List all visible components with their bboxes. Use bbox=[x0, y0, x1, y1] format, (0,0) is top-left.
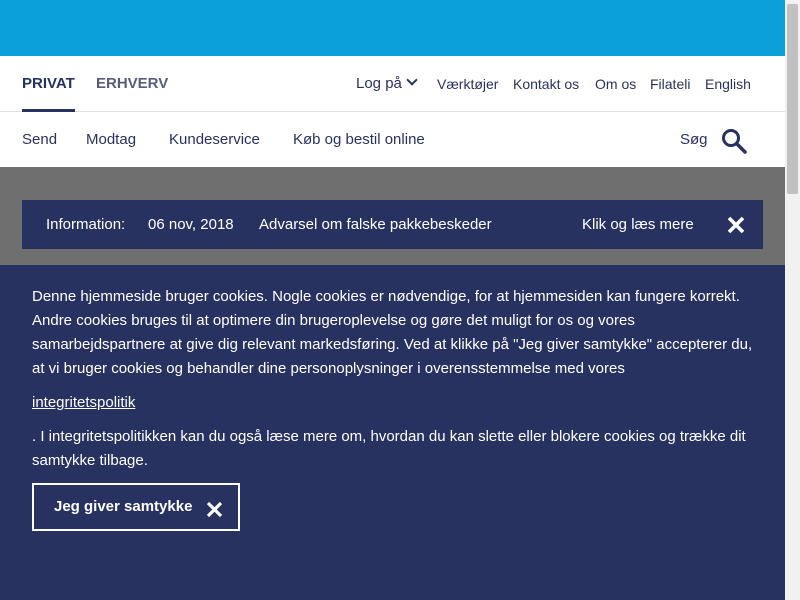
link-contact[interactable]: Kontakt os bbox=[513, 56, 579, 112]
link-english[interactable]: English bbox=[705, 56, 751, 112]
main-menu: Send Modtag Kundeservice Køb og bestil o… bbox=[0, 112, 785, 167]
link-tools[interactable]: Værktøjer bbox=[437, 56, 498, 112]
info-bar: Information: 06 nov, 2018 Advarsel om fa… bbox=[22, 200, 763, 249]
consent-button-label: Jeg giver samtykke bbox=[54, 498, 193, 515]
close-icon bbox=[206, 501, 223, 518]
link-philately[interactable]: Filateli bbox=[650, 56, 690, 112]
consent-button[interactable]: Jeg giver samtykke bbox=[32, 483, 240, 531]
tab-business[interactable]: ERHVERV bbox=[96, 56, 168, 112]
menu-item-send[interactable]: Send bbox=[22, 112, 57, 167]
tab-private[interactable]: PRIVAT bbox=[22, 56, 75, 112]
cookie-text: Denne hjemmeside bruger cookies. Nogle c… bbox=[32, 288, 753, 377]
search-icon[interactable] bbox=[721, 128, 747, 154]
top-brand-bar bbox=[0, 0, 785, 56]
page-scrollbar[interactable] bbox=[785, 0, 800, 600]
scrollbar-thumb[interactable] bbox=[787, 4, 798, 194]
search-label[interactable]: Søg bbox=[680, 112, 708, 167]
cookie-text-continued: . I integritetspolitikken kan du også læ… bbox=[32, 428, 746, 469]
menu-item-receive[interactable]: Modtag bbox=[86, 112, 136, 167]
menu-item-customer-service[interactable]: Kundeservice bbox=[169, 112, 260, 167]
privacy-policy-link[interactable]: integritetspolitik bbox=[32, 391, 135, 415]
link-about[interactable]: Om os bbox=[595, 56, 636, 112]
close-icon[interactable] bbox=[726, 215, 746, 235]
cookie-banner: Denne hjemmeside bruger cookies. Nogle c… bbox=[0, 265, 785, 600]
login-label: Log på bbox=[356, 75, 402, 92]
primary-nav: PRIVAT ERHVERV Log på Værktøjer Kontakt … bbox=[0, 56, 785, 112]
chevron-down-icon bbox=[406, 74, 418, 86]
info-date: 06 nov, 2018 bbox=[148, 216, 234, 233]
login-dropdown[interactable]: Log på bbox=[356, 56, 418, 112]
info-read-more-link[interactable]: Klik og læs mere bbox=[582, 200, 694, 249]
menu-item-buy-online[interactable]: Køb og bestil online bbox=[293, 112, 425, 167]
info-label: Information: bbox=[46, 216, 126, 233]
info-message: Advarsel om falske pakkebeskeder bbox=[259, 216, 492, 233]
